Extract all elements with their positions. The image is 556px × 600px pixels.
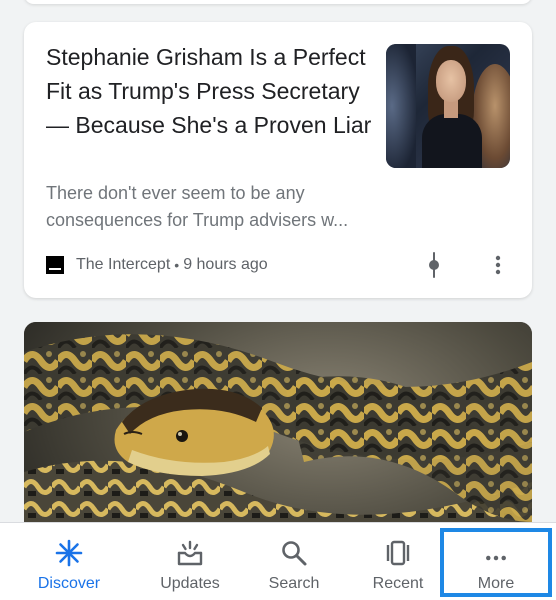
discover-asterisk-icon xyxy=(55,539,83,567)
nav-more[interactable]: More xyxy=(440,528,552,597)
article-time: 9 hours ago xyxy=(183,256,268,273)
updates-tray-icon xyxy=(177,540,203,566)
nav-discover[interactable]: Discover xyxy=(0,523,138,600)
source-logo-icon xyxy=(46,256,64,274)
overflow-menu-icon[interactable] xyxy=(486,254,510,276)
nav-recent[interactable]: Recent xyxy=(346,523,450,600)
more-dots-icon xyxy=(486,555,506,561)
source-name: The Intercept xyxy=(76,256,171,273)
nav-search[interactable]: Search xyxy=(242,523,346,600)
discover-feed: Stephanie Grisham Is a Perfect Fit as Tr… xyxy=(0,0,556,600)
news-card[interactable]: Stephanie Grisham Is a Perfect Fit as Tr… xyxy=(24,22,532,298)
previous-card-edge xyxy=(24,0,532,4)
bottom-navigation: Discover Updates Search Recent More xyxy=(0,522,556,600)
search-icon xyxy=(282,541,307,566)
nav-updates[interactable]: Updates xyxy=(138,523,242,600)
nav-label-search: Search xyxy=(268,575,320,592)
reaction-icon[interactable] xyxy=(426,252,442,278)
nav-label-recent: Recent xyxy=(372,575,424,592)
article-thumbnail[interactable] xyxy=(386,44,510,168)
nav-label-discover: Discover xyxy=(37,575,101,592)
separator-dot: • xyxy=(174,257,180,273)
nav-label-updates: Updates xyxy=(160,575,220,592)
source-row: The Intercept • 9 hours ago xyxy=(46,254,268,276)
article-headline[interactable]: Stephanie Grisham Is a Perfect Fit as Tr… xyxy=(46,40,372,142)
article-snippet[interactable]: There don't ever seem to be any conseque… xyxy=(46,180,376,234)
nav-label-more: More xyxy=(477,575,515,592)
recent-cards-icon xyxy=(386,540,410,566)
